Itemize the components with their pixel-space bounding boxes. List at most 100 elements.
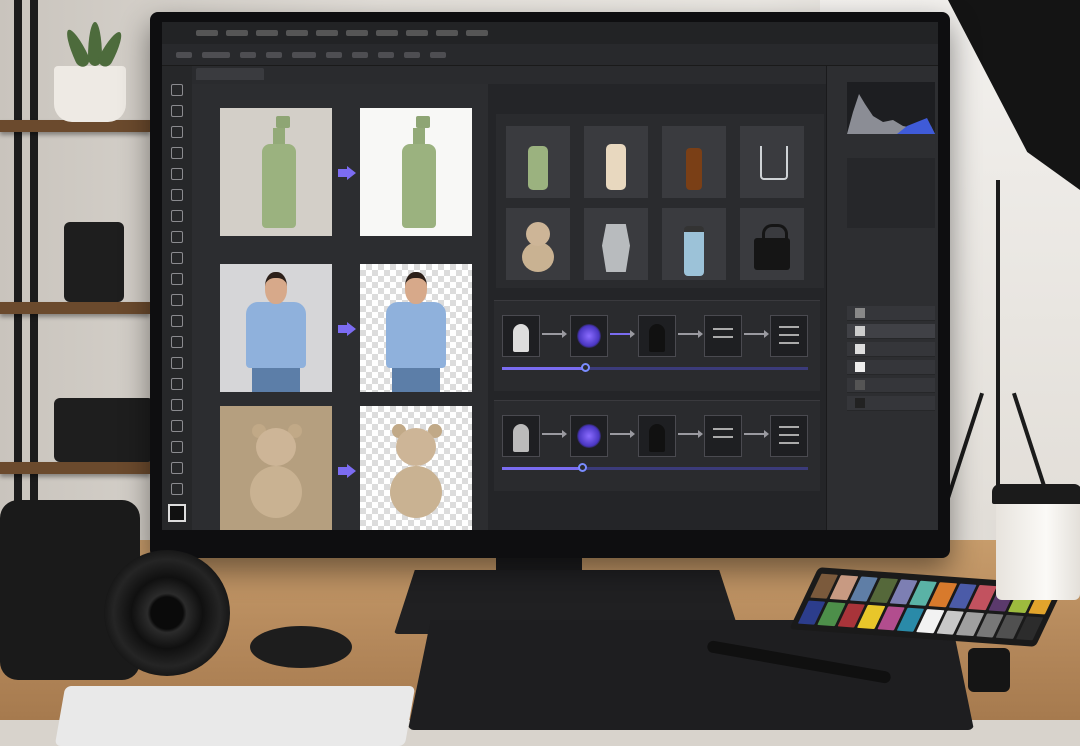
before-photo[interactable] — [220, 264, 332, 392]
arrow-right-icon — [338, 464, 356, 478]
adjust-sliders-icon[interactable] — [704, 315, 742, 357]
slider-knob[interactable] — [577, 463, 587, 472]
before-after-pair — [220, 108, 490, 236]
menu-item[interactable] — [316, 30, 338, 36]
layer-row[interactable] — [847, 324, 935, 339]
woman-jeans — [392, 368, 440, 392]
tumbler-icon[interactable] — [662, 208, 726, 280]
clone-stamp-tool-icon[interactable] — [171, 252, 183, 264]
mask-icon[interactable] — [638, 415, 676, 457]
shape-tool-icon[interactable] — [171, 441, 183, 453]
after-photo-transparent[interactable] — [360, 264, 472, 392]
adjust-sliders-icon[interactable] — [770, 315, 808, 357]
layer-row[interactable] — [847, 360, 935, 375]
layer-row[interactable] — [847, 342, 935, 357]
document-tab[interactable] — [196, 68, 264, 80]
shelf-camera — [54, 398, 154, 462]
layer-thumbnail — [855, 308, 865, 318]
flow-arrow-icon — [744, 430, 769, 438]
progress-slider[interactable] — [502, 463, 808, 472]
bear-body — [390, 466, 442, 518]
option-control[interactable] — [378, 51, 394, 58]
wooden-shelf — [0, 302, 150, 314]
menu-item[interactable] — [376, 30, 398, 36]
pump-bottle-icon[interactable] — [506, 126, 570, 198]
woman-head — [405, 272, 427, 304]
monitor — [150, 12, 950, 558]
pen-tool-icon[interactable] — [171, 378, 183, 390]
history-brush-tool-icon[interactable] — [171, 273, 183, 285]
crop-tool-icon[interactable] — [171, 168, 183, 180]
move-tool-icon[interactable] — [171, 84, 183, 96]
magic-wand-tool-icon[interactable] — [171, 147, 183, 159]
layer-row[interactable] — [847, 306, 935, 321]
after-photo[interactable] — [360, 108, 472, 236]
canvas-area[interactable] — [192, 84, 488, 530]
eraser-tool-icon[interactable] — [171, 294, 183, 306]
menu-item[interactable] — [256, 30, 278, 36]
slider-knob[interactable] — [580, 363, 590, 372]
menu-item[interactable] — [226, 30, 248, 36]
results-area — [488, 84, 826, 530]
blur-tool-icon[interactable] — [171, 336, 183, 348]
lasso-tool-icon[interactable] — [171, 126, 183, 138]
flow-arrow-icon — [744, 330, 769, 338]
option-control[interactable] — [352, 51, 368, 58]
layer-row[interactable] — [847, 378, 935, 393]
adjustments-panel — [847, 158, 935, 228]
cream-bottle-icon[interactable] — [584, 126, 648, 198]
woman-jeans — [252, 368, 300, 392]
side-panels — [826, 66, 938, 530]
before-photo[interactable] — [220, 108, 332, 236]
menu-item[interactable] — [346, 30, 368, 36]
progress-fill — [502, 467, 582, 470]
menu-item[interactable] — [196, 30, 218, 36]
after-photo-transparent[interactable] — [360, 406, 472, 530]
layer-row[interactable] — [847, 396, 935, 411]
adjust-sliders-icon[interactable] — [704, 415, 742, 457]
glow-blob-icon[interactable] — [570, 415, 608, 457]
option-control[interactable] — [240, 51, 256, 58]
teddy-bear-icon[interactable] — [506, 208, 570, 280]
layer-thumbnail — [855, 326, 865, 336]
bust-silhouette-icon[interactable] — [502, 415, 540, 457]
color-swatch-icon[interactable] — [168, 504, 186, 522]
glow-blob-icon[interactable] — [570, 315, 608, 357]
option-control[interactable] — [326, 51, 342, 58]
person-silhouette-icon[interactable] — [502, 315, 540, 357]
eyedropper-tool-icon[interactable] — [171, 189, 183, 201]
menu-item[interactable] — [466, 30, 488, 36]
arrow-right-icon — [338, 166, 356, 180]
moka-pot-icon[interactable] — [584, 208, 648, 280]
progress-slider[interactable] — [502, 363, 808, 372]
woman-head — [265, 272, 287, 304]
flow-arrow-icon — [678, 430, 703, 438]
option-control[interactable] — [430, 51, 446, 58]
dodge-tool-icon[interactable] — [171, 357, 183, 369]
option-control[interactable] — [292, 51, 316, 58]
brush-tool-icon[interactable] — [171, 231, 183, 243]
flow-arrow-icon — [610, 330, 635, 338]
before-photo[interactable] — [220, 406, 332, 530]
option-control[interactable] — [202, 51, 230, 58]
path-selection-tool-icon[interactable] — [171, 420, 183, 432]
option-control[interactable] — [176, 51, 192, 58]
mask-icon[interactable] — [638, 315, 676, 357]
menu-item[interactable] — [406, 30, 428, 36]
option-control[interactable] — [266, 51, 282, 58]
progress-fill — [502, 367, 585, 370]
handbag-icon[interactable] — [740, 208, 804, 280]
lens-cap — [250, 626, 352, 668]
hand-tool-icon[interactable] — [171, 462, 183, 474]
marquee-tool-icon[interactable] — [171, 105, 183, 117]
zoom-tool-icon[interactable] — [171, 483, 183, 495]
amber-dropper-bottle-icon[interactable] — [662, 126, 726, 198]
menu-item[interactable] — [286, 30, 308, 36]
option-control[interactable] — [404, 51, 420, 58]
glass-icon[interactable] — [740, 126, 804, 198]
healing-brush-tool-icon[interactable] — [171, 210, 183, 222]
type-tool-icon[interactable] — [171, 399, 183, 411]
menu-item[interactable] — [436, 30, 458, 36]
gradient-tool-icon[interactable] — [171, 315, 183, 327]
adjust-sliders-icon[interactable] — [770, 415, 808, 457]
